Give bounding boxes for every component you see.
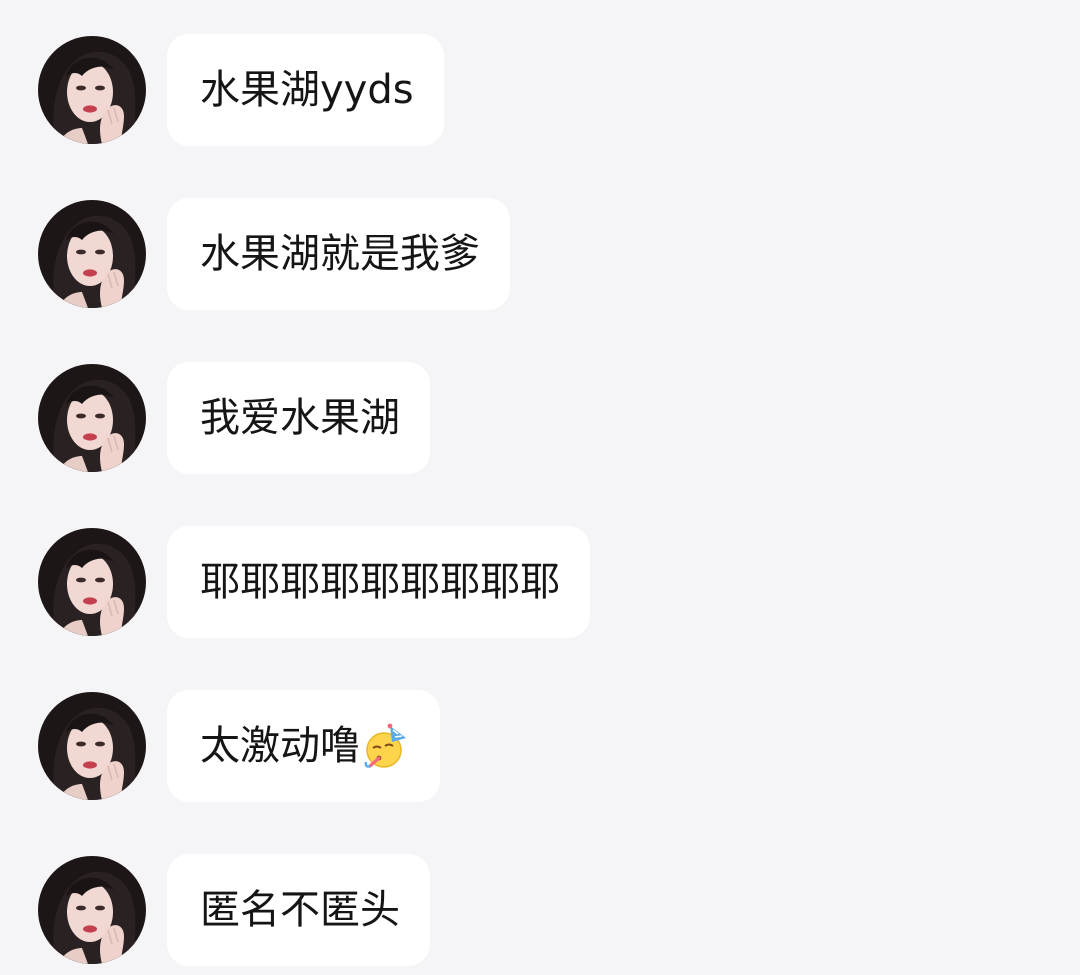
message-text: 水果湖yyds [200, 67, 414, 113]
avatar-icon[interactable] [38, 692, 146, 800]
message-bubble[interactable]: 太激动噜 [167, 690, 440, 802]
message-bubble[interactable]: 我爱水果湖 [167, 362, 430, 474]
chat-message: 水果湖yyds [0, 34, 1080, 148]
avatar-icon[interactable] [38, 36, 146, 144]
message-bubble[interactable]: 匿名不匿头 [167, 854, 430, 966]
chat-message: 我爱水果湖 [0, 362, 1080, 476]
avatar-icon[interactable] [38, 200, 146, 308]
avatar-icon[interactable] [38, 528, 146, 636]
avatar-icon[interactable] [38, 856, 146, 964]
message-text: 太激动噜 [200, 723, 360, 769]
message-text: 我爱水果湖 [200, 395, 400, 441]
party-face-emoji-icon [362, 722, 410, 770]
message-text: 水果湖就是我爹 [200, 231, 480, 277]
message-text: 匿名不匿头 [200, 887, 400, 933]
message-bubble[interactable]: 耶耶耶耶耶耶耶耶耶 [167, 526, 590, 638]
message-bubble[interactable]: 水果湖就是我爹 [167, 198, 510, 310]
chat-message: 耶耶耶耶耶耶耶耶耶 [0, 526, 1080, 640]
chat-message: 匿名不匿头 [0, 854, 1080, 968]
chat-message: 太激动噜 [0, 690, 1080, 804]
message-bubble[interactable]: 水果湖yyds [167, 34, 444, 146]
message-text: 耶耶耶耶耶耶耶耶耶 [200, 559, 560, 605]
avatar-icon[interactable] [38, 364, 146, 472]
chat-message: 水果湖就是我爹 [0, 198, 1080, 312]
